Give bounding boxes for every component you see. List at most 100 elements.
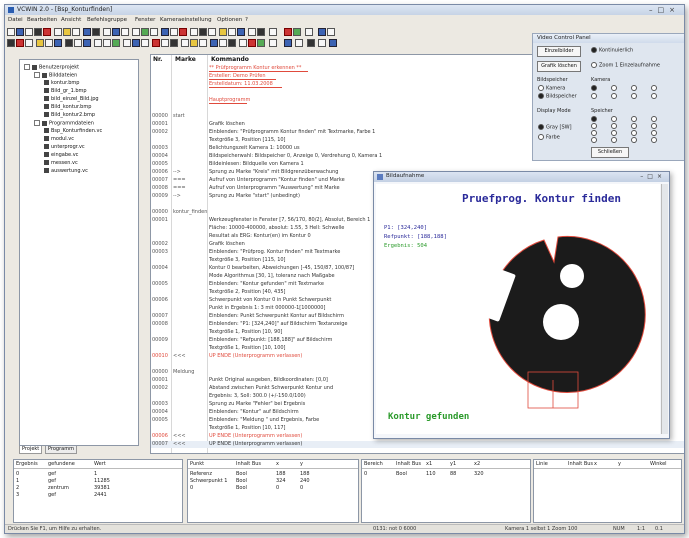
save-icon[interactable] (219, 39, 227, 47)
minimize-icon[interactable]: – (649, 6, 658, 14)
results-table[interactable]: Ergebnis gefundene Wert 0 gef 1 1 gef 11285 2 zent… (13, 459, 183, 523)
column-header[interactable]: y (300, 461, 303, 467)
paste-icon[interactable] (257, 28, 265, 36)
memory-radio[interactable] (631, 123, 639, 130)
new-icon[interactable] (7, 39, 15, 47)
stop-icon[interactable] (112, 39, 120, 47)
camera-radio[interactable] (591, 85, 599, 92)
open-icon[interactable] (16, 28, 24, 36)
copy-icon[interactable] (54, 39, 62, 47)
col-header-marke[interactable]: Marke (175, 56, 196, 63)
camera-radio[interactable] (651, 93, 659, 100)
print-icon[interactable] (228, 28, 236, 36)
save-icon[interactable] (25, 28, 33, 36)
step-icon[interactable] (329, 39, 337, 47)
paste-icon[interactable] (65, 39, 73, 47)
window-controls[interactable]: –□× (649, 6, 680, 14)
tree-item[interactable]: Bsp_Konturfinden.vc (44, 128, 102, 135)
tree-item[interactable]: Bild_kontur.bmp (44, 104, 91, 111)
column-header[interactable]: x (594, 461, 597, 467)
undo-icon[interactable] (269, 28, 277, 36)
close-icon[interactable]: × (669, 6, 680, 14)
camera-radio[interactable] (591, 93, 599, 100)
camera-icon[interactable] (132, 39, 140, 47)
radio-camera[interactable]: Kamera (538, 85, 565, 92)
print-icon[interactable] (34, 28, 42, 36)
stop-icon[interactable] (318, 39, 326, 47)
cut-icon[interactable] (43, 28, 51, 36)
memory-radio[interactable] (611, 137, 619, 144)
find-icon[interactable] (92, 28, 100, 36)
new-icon[interactable] (199, 39, 207, 47)
redo-icon[interactable] (83, 28, 91, 36)
tree-item[interactable]: Programmdateien (34, 120, 94, 127)
areas-table[interactable]: Bereich Inhalt Bus x1 y1 x2 0 Bool 110 88 320 (361, 459, 531, 523)
memory-radio[interactable] (651, 137, 659, 144)
grid-icon[interactable] (150, 28, 158, 36)
redo-icon[interactable] (284, 28, 292, 36)
undo-icon[interactable] (74, 39, 82, 47)
column-header[interactable]: Winkel (650, 461, 667, 467)
open-icon[interactable] (16, 39, 24, 47)
copy-icon[interactable] (248, 28, 256, 36)
column-header[interactable]: Bereich (364, 461, 383, 467)
run-icon[interactable] (103, 39, 111, 47)
step-icon[interactable] (123, 39, 131, 47)
memory-radio[interactable] (591, 130, 599, 137)
line-icon[interactable] (190, 39, 198, 47)
expand-icon[interactable] (34, 72, 40, 78)
tree-item[interactable]: eingabe.vc (44, 152, 78, 159)
camera-icon[interactable] (132, 28, 140, 36)
cut-icon[interactable] (239, 39, 247, 47)
camera-radio[interactable] (631, 93, 639, 100)
copy-icon[interactable] (54, 28, 62, 36)
menu-view[interactable]: Ansicht (61, 17, 81, 23)
step-icon[interactable] (327, 28, 335, 36)
memory-radio[interactable] (631, 130, 639, 137)
radio-image-memory[interactable]: Bildspeicher (538, 93, 577, 100)
point-icon[interactable] (179, 28, 187, 36)
project-tree[interactable]: Benutzerprojekt Bilddateien kontur.bmp Bild… (19, 59, 139, 446)
tree-item[interactable]: Bilddateien (34, 72, 77, 79)
menu-file[interactable]: Datei (8, 17, 23, 23)
memory-radio[interactable] (611, 130, 619, 137)
memory-radio[interactable] (611, 116, 619, 123)
zoom-icon[interactable] (161, 28, 169, 36)
new-icon[interactable] (7, 28, 15, 36)
cut-icon[interactable] (45, 39, 53, 47)
radio-single-shot[interactable]: Zoom 1 Einzelaufnahme (591, 62, 660, 69)
stop-icon[interactable] (112, 28, 120, 36)
undo-icon[interactable] (72, 28, 80, 36)
cut-icon[interactable] (237, 28, 245, 36)
close-panel-button[interactable]: Schließen (591, 147, 629, 158)
radio-continuous[interactable]: Kontinuierlich (591, 47, 633, 54)
save-icon[interactable] (219, 28, 227, 36)
run-icon[interactable] (307, 39, 315, 47)
tab-programm[interactable]: Programm (45, 446, 77, 454)
column-header[interactable]: Wert (94, 461, 106, 467)
grid-icon[interactable] (152, 39, 160, 47)
image-icon[interactable] (141, 39, 149, 47)
col-header-kommando[interactable]: Kommando (211, 56, 249, 63)
expand-icon[interactable] (34, 120, 40, 126)
stop-icon[interactable] (318, 28, 326, 36)
lines-table[interactable]: Linie Inhalt Bus x y Winkel (533, 459, 682, 523)
radio-gray[interactable]: Gray [SW] (538, 124, 572, 131)
run-icon[interactable] (103, 28, 111, 36)
column-header[interactable]: x1 (426, 461, 432, 467)
column-header[interactable]: Inhalt Bus (568, 461, 593, 467)
column-header[interactable]: y (618, 461, 621, 467)
image-scrollbar[interactable] (661, 184, 668, 434)
tree-item[interactable]: bild_einzel_Bild.jpg (44, 96, 99, 103)
zoom-icon[interactable] (161, 39, 169, 47)
maximize-icon[interactable]: □ (658, 6, 670, 14)
memory-radio[interactable] (591, 137, 599, 144)
redo-icon[interactable] (83, 39, 91, 47)
contour-icon[interactable] (170, 28, 178, 36)
menu-options[interactable]: Optionen (217, 17, 242, 23)
menu-camera[interactable]: Kameraeinstellung (160, 17, 212, 23)
contour-icon[interactable] (170, 39, 178, 47)
find-icon[interactable] (295, 39, 303, 47)
single-frame-button[interactable]: Einzelbilder (537, 46, 581, 57)
memory-radio[interactable] (651, 130, 659, 137)
